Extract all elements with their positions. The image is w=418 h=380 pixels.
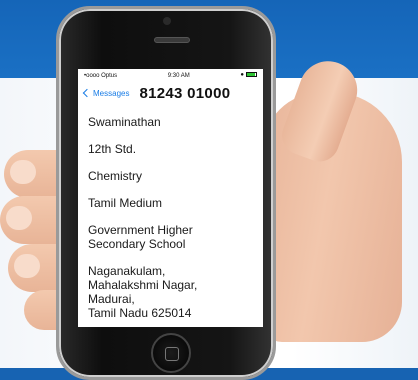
message-text: Naganakulam, Mahalakshmi Nagar, Madurai,… <box>88 264 198 320</box>
fingernail <box>10 160 36 184</box>
navigation-bar: Messages 81243 01000 <box>78 82 263 104</box>
phone-screen: •oooo Optus 9:30 AM ● Messages 81243 010… <box>78 69 263 327</box>
message-text: 12th Std. <box>88 142 137 156</box>
message-text: Swaminathan <box>88 115 161 129</box>
carrier-label: •oooo Optus <box>84 72 118 79</box>
time-label: 9:30 AM <box>167 72 190 79</box>
fingernail <box>6 206 32 230</box>
fingernail <box>14 254 40 278</box>
message-list: Swaminathan 12th Std. Chemistry Tamil Me… <box>88 115 258 327</box>
home-button[interactable] <box>151 333 191 373</box>
message-text: Chemistry <box>88 169 143 183</box>
contact-title: 81243 01000 <box>139 84 231 102</box>
camera-icon <box>163 17 171 25</box>
back-label: Messages <box>93 88 130 98</box>
back-button[interactable]: Messages <box>82 88 130 98</box>
speaker-grille <box>154 37 190 43</box>
phone: •oooo Optus 9:30 AM ● Messages 81243 010… <box>56 6 276 380</box>
battery-icon: ● <box>240 72 257 79</box>
status-bar: •oooo Optus 9:30 AM ● <box>78 69 263 82</box>
message-text: Tamil Medium <box>88 196 163 210</box>
message-text: Government Higher Secondary School <box>88 223 193 251</box>
chevron-left-icon <box>82 88 92 98</box>
